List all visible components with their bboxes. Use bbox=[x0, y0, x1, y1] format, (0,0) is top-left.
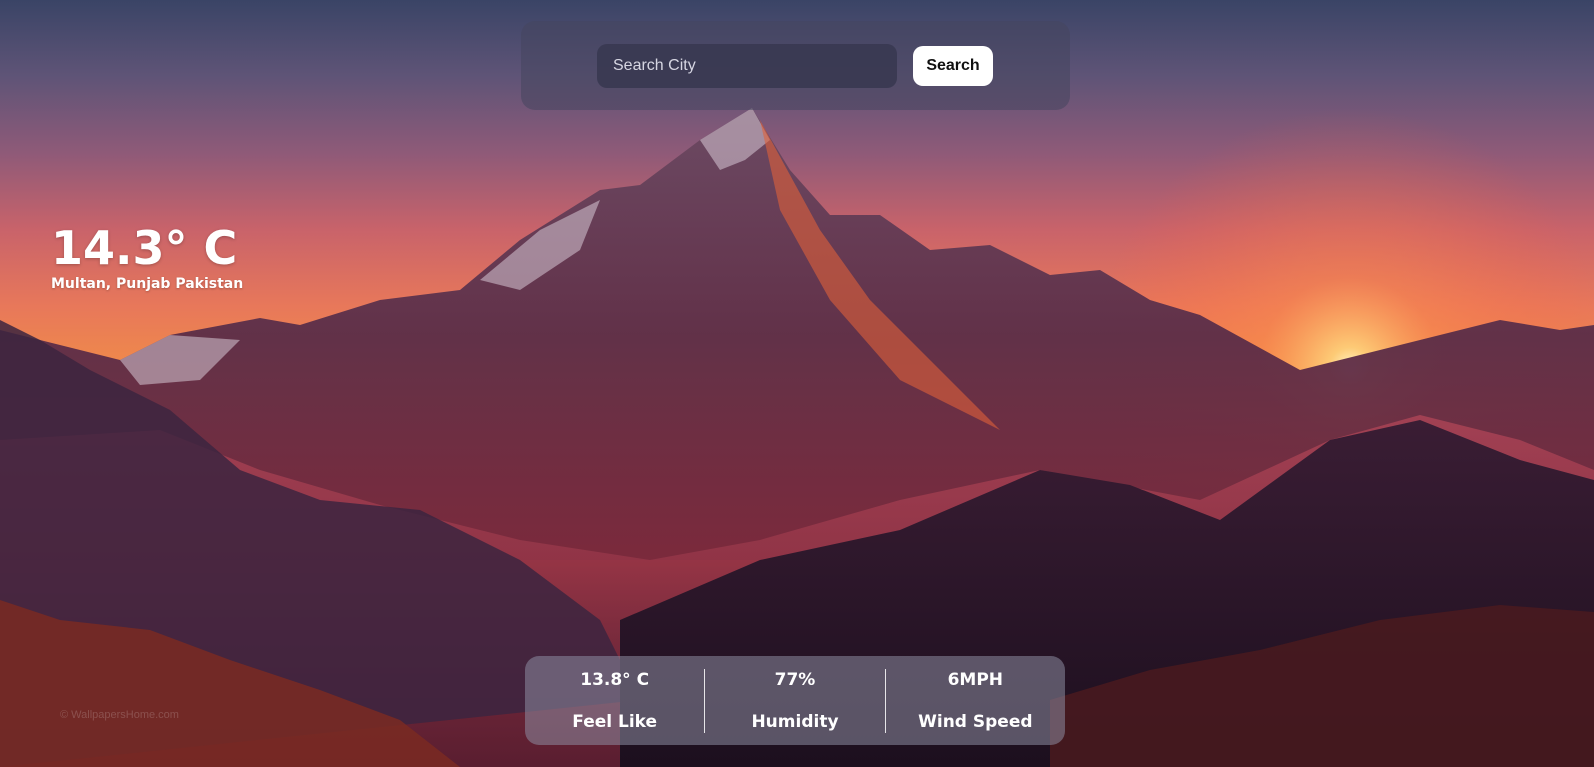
search-panel: Search bbox=[521, 21, 1070, 110]
current-weather: 14.3° C Multan, Punjab Pakistan bbox=[51, 222, 243, 292]
weather-stats-panel: 13.8° C Feel Like 77% Humidity 6MPH Wind… bbox=[525, 656, 1065, 745]
watermark-text: © WallpapersHome.com bbox=[60, 709, 179, 721]
stat-label: Humidity bbox=[751, 711, 839, 732]
search-input[interactable] bbox=[597, 44, 897, 88]
stat-value: 77% bbox=[774, 669, 816, 690]
stat-humidity: 77% Humidity bbox=[704, 668, 884, 733]
stat-label: Wind Speed bbox=[918, 711, 1033, 732]
mountain-sunset-background bbox=[0, 0, 1594, 767]
stat-feels-like: 13.8° C Feel Like bbox=[525, 669, 704, 733]
search-button[interactable]: Search bbox=[913, 46, 993, 86]
stat-wind-speed: 6MPH Wind Speed bbox=[884, 668, 1065, 733]
temperature-value: 14.3° C bbox=[51, 221, 238, 275]
stat-value: 13.8° C bbox=[580, 669, 650, 690]
location-label: Multan, Punjab Pakistan bbox=[51, 276, 244, 292]
stat-value: 6MPH bbox=[947, 669, 1004, 690]
weather-app: © WallpapersHome.com Search 14.3° C Mult… bbox=[0, 0, 1594, 767]
stat-label: Feel Like bbox=[572, 711, 658, 732]
